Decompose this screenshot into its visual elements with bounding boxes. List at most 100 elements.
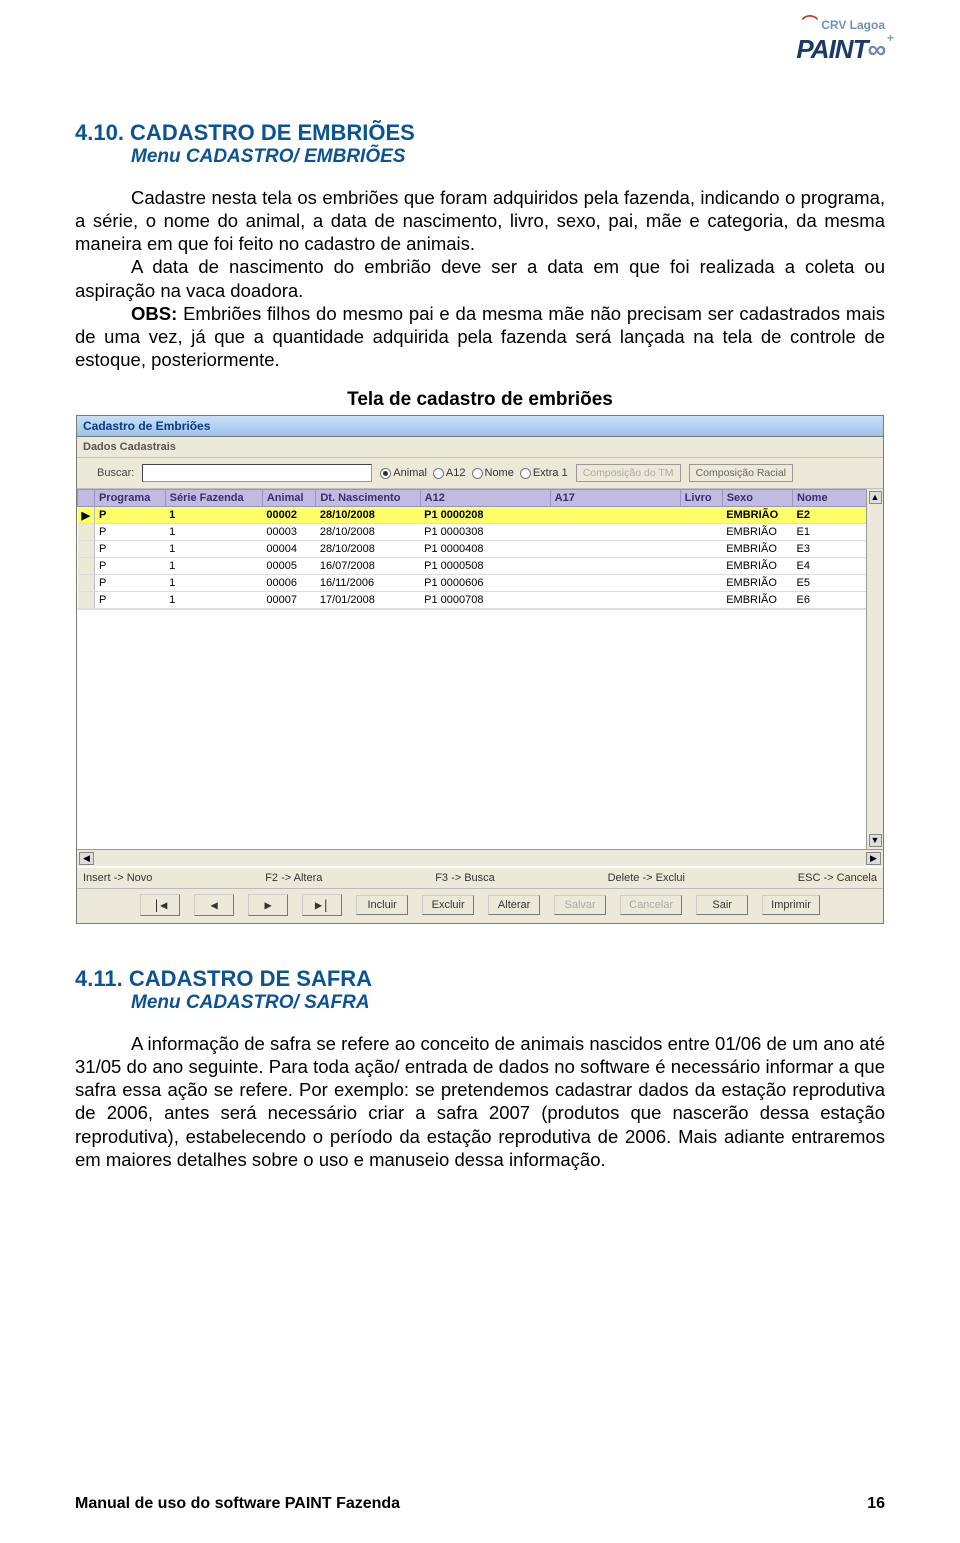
cell-sexo: EMBRIÃO bbox=[722, 507, 792, 524]
grid-empty-area bbox=[77, 609, 883, 849]
section2-para: A informação de safra se refere ao conce… bbox=[75, 1032, 885, 1171]
cell-programa: P bbox=[94, 575, 165, 592]
row-marker-icon bbox=[78, 541, 95, 558]
col-dtnasc[interactable]: Dt. Nascimento bbox=[316, 490, 420, 507]
row-marker-icon bbox=[78, 592, 95, 609]
radio-extra1[interactable]: Extra 1 bbox=[520, 467, 568, 479]
nav-next-button[interactable]: ▶ bbox=[248, 894, 288, 916]
section1-para2-text: A data de nascimento do embrião deve ser… bbox=[75, 256, 885, 300]
radio-animal[interactable]: Animal bbox=[380, 467, 427, 479]
status-altera: F2 -> Altera bbox=[265, 872, 322, 884]
table-row[interactable]: P10000516/07/2008P1 0000508EMBRIÃOE4 bbox=[78, 558, 883, 575]
footer-page-number: 16 bbox=[867, 1495, 885, 1513]
nav-first-button[interactable]: |◀ bbox=[140, 894, 180, 916]
scroll-right-icon[interactable]: ▶ bbox=[866, 852, 881, 865]
salvar-button[interactable]: Salvar bbox=[554, 895, 606, 915]
cell-a12: P1 0000308 bbox=[420, 524, 550, 541]
col-animal[interactable]: Animal bbox=[262, 490, 316, 507]
table-row[interactable]: P10000428/10/2008P1 0000408EMBRIÃOE3 bbox=[78, 541, 883, 558]
crv-logo: ⌒ CRV Lagoa bbox=[705, 10, 885, 34]
crv-text: CRV Lagoa bbox=[821, 18, 885, 32]
table-row[interactable]: ▶P10000228/10/2008P1 0000208EMBRIÃOE2 bbox=[78, 507, 883, 524]
radio-a12[interactable]: A12 bbox=[433, 467, 466, 479]
scroll-left-icon[interactable]: ◀ bbox=[79, 852, 94, 865]
cell-a17 bbox=[550, 592, 680, 609]
scroll-up-icon[interactable]: ▲ bbox=[869, 491, 882, 504]
data-grid[interactable]: Programa Série Fazenda Animal Dt. Nascim… bbox=[77, 489, 883, 609]
cell-programa: P bbox=[94, 507, 165, 524]
cell-programa: P bbox=[94, 524, 165, 541]
radio-label: Animal bbox=[393, 467, 427, 479]
cell-livro bbox=[680, 558, 722, 575]
section1-heading: 4.10. CADASTRO DE EMBRIÕES bbox=[75, 120, 885, 146]
radio-dot-icon bbox=[520, 468, 531, 479]
status-exclui: Delete -> Exclui bbox=[608, 872, 685, 884]
window-subtitle: Dados Cadastrais bbox=[77, 437, 883, 458]
sair-button[interactable]: Sair bbox=[696, 895, 748, 915]
cell-livro bbox=[680, 541, 722, 558]
table-row[interactable]: P10000616/11/2006P1 0000606EMBRIÃOE5 bbox=[78, 575, 883, 592]
cell-dtnasc: 17/01/2008 bbox=[316, 592, 420, 609]
cancelar-button[interactable]: Cancelar bbox=[620, 895, 682, 915]
cell-a17 bbox=[550, 507, 680, 524]
search-input[interactable] bbox=[142, 464, 372, 482]
radio-nome[interactable]: Nome bbox=[472, 467, 514, 479]
footer-left: Manual de uso do software PAINT Fazenda bbox=[75, 1495, 400, 1513]
status-busca: F3 -> Busca bbox=[435, 872, 495, 884]
cell-a17 bbox=[550, 541, 680, 558]
cell-a12: P1 0000606 bbox=[420, 575, 550, 592]
status-novo: Insert -> Novo bbox=[83, 872, 152, 884]
cell-dtnasc: 28/10/2008 bbox=[316, 507, 420, 524]
col-a17[interactable]: A17 bbox=[550, 490, 680, 507]
col-livro[interactable]: Livro bbox=[680, 490, 722, 507]
nav-last-button[interactable]: ▶| bbox=[302, 894, 342, 916]
cell-livro bbox=[680, 524, 722, 541]
section1-para3-text: Embriões filhos do mesmo pai e da mesma … bbox=[75, 303, 885, 370]
page-footer: Manual de uso do software PAINT Fazenda … bbox=[75, 1495, 885, 1513]
section1-para3: OBS: Embriões filhos do mesmo pai e da m… bbox=[75, 302, 885, 371]
section1-para2: A data de nascimento do embrião deve ser… bbox=[75, 255, 885, 301]
status-cancela: ESC -> Cancela bbox=[798, 872, 877, 884]
search-label: Buscar: bbox=[97, 467, 134, 479]
cell-animal: 00006 bbox=[262, 575, 316, 592]
status-bar: Insert -> Novo F2 -> Altera F3 -> Busca … bbox=[77, 866, 883, 888]
table-row[interactable]: P10000717/01/2008P1 0000708EMBRIÃOE6 bbox=[78, 592, 883, 609]
comp-tm-button[interactable]: Composição do TM bbox=[576, 464, 681, 482]
cell-sexo: EMBRIÃO bbox=[722, 558, 792, 575]
section2-heading: 4.11. CADASTRO DE SAFRA bbox=[75, 966, 885, 992]
row-marker-icon: ▶ bbox=[78, 507, 95, 524]
alterar-button[interactable]: Alterar bbox=[488, 895, 540, 915]
imprimir-button[interactable]: Imprimir bbox=[762, 895, 820, 915]
grid-header-row: Programa Série Fazenda Animal Dt. Nascim… bbox=[78, 490, 883, 507]
scroll-down-icon[interactable]: ▼ bbox=[869, 834, 882, 847]
cell-a12: P1 0000708 bbox=[420, 592, 550, 609]
col-serie[interactable]: Série Fazenda bbox=[165, 490, 262, 507]
col-sexo[interactable]: Sexo bbox=[722, 490, 792, 507]
cell-sexo: EMBRIÃO bbox=[722, 575, 792, 592]
horizontal-scrollbar[interactable]: ◀ ▶ bbox=[77, 849, 883, 866]
section2-subheading: Menu CADASTRO/ SAFRA bbox=[131, 992, 885, 1014]
cell-programa: P bbox=[94, 541, 165, 558]
excluir-button[interactable]: Excluir bbox=[422, 895, 474, 915]
incluir-button[interactable]: Incluir bbox=[356, 895, 408, 915]
radio-dot-icon bbox=[433, 468, 444, 479]
col-a12[interactable]: A12 bbox=[420, 490, 550, 507]
nav-bar: |◀ ◀ ▶ ▶| Incluir Excluir Alterar Salvar Can… bbox=[77, 888, 883, 923]
plus-icon: + bbox=[887, 31, 893, 45]
cell-sexo: EMBRIÃO bbox=[722, 541, 792, 558]
table-row[interactable]: P10000328/10/2008P1 0000308EMBRIÃOE1 bbox=[78, 524, 883, 541]
vertical-scrollbar[interactable]: ▲ ▼ bbox=[866, 489, 883, 849]
screenshot-caption: Tela de cadastro de embriões bbox=[75, 389, 885, 411]
cell-serie: 1 bbox=[165, 575, 262, 592]
nav-prev-button[interactable]: ◀ bbox=[194, 894, 234, 916]
cell-animal: 00004 bbox=[262, 541, 316, 558]
paint-text: PAINT bbox=[796, 34, 867, 64]
comp-racial-button[interactable]: Composição Racial bbox=[689, 464, 793, 482]
radio-dot-icon bbox=[472, 468, 483, 479]
cell-serie: 1 bbox=[165, 541, 262, 558]
col-programa[interactable]: Programa bbox=[94, 490, 165, 507]
cell-a12: P1 0000508 bbox=[420, 558, 550, 575]
cell-serie: 1 bbox=[165, 592, 262, 609]
grid-corner bbox=[78, 490, 95, 507]
cell-animal: 00002 bbox=[262, 507, 316, 524]
